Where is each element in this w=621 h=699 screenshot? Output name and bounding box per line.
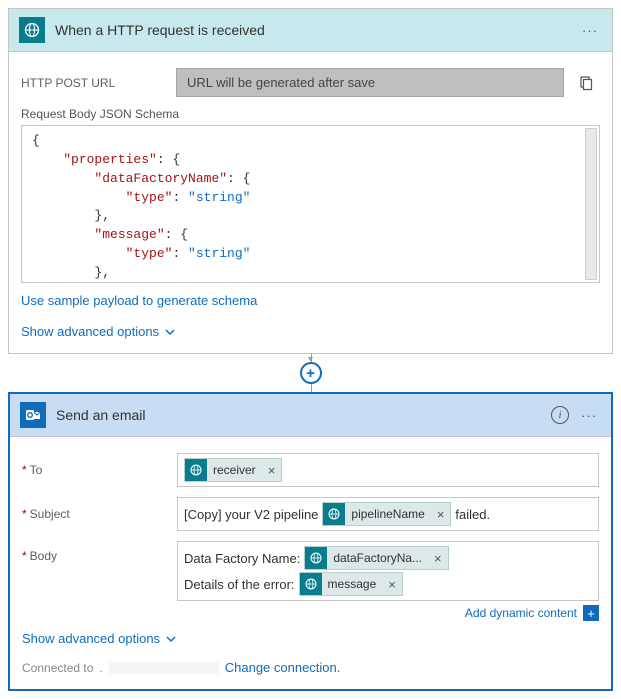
http-trigger-header[interactable]: When a HTTP request is received ··· — [9, 9, 612, 52]
trigger-advanced-label: Show advanced options — [21, 324, 159, 339]
email-action-title: Send an email — [56, 407, 551, 423]
body-text-2: Details of the error: — [184, 577, 295, 592]
chevron-down-icon — [166, 634, 176, 644]
email-action-header[interactable]: Send an email i ··· — [10, 394, 611, 437]
globe-icon — [323, 503, 345, 525]
token-label: dataFactoryNa... — [327, 551, 428, 565]
subject-input[interactable]: [Copy] your V2 pipeline pipelineName × f… — [177, 497, 599, 531]
connector: ▾ + — [8, 354, 613, 392]
to-input[interactable]: receiver × — [177, 453, 599, 487]
globe-icon — [305, 547, 327, 569]
add-dynamic-content-link[interactable]: Add dynamic content — [465, 606, 577, 620]
chevron-down-icon — [165, 327, 175, 337]
change-connection-link[interactable]: Change connection. — [225, 660, 341, 675]
url-value-box: URL will be generated after save — [176, 68, 564, 97]
token-receiver: receiver × — [184, 458, 282, 482]
to-row: To receiver × — [22, 453, 599, 487]
email-action-body: To receiver × Subject [Copy] your V2 pip… — [10, 437, 611, 689]
subject-text-after: failed. — [455, 507, 490, 522]
info-icon[interactable]: i — [551, 406, 569, 424]
schema-textarea[interactable]: { "properties": { "dataFactoryName": { "… — [21, 125, 600, 283]
subject-text-before: [Copy] your V2 pipeline — [184, 507, 318, 522]
outlook-icon — [20, 402, 46, 428]
trigger-advanced-toggle[interactable]: Show advanced options — [21, 324, 175, 339]
http-trigger-body: HTTP POST URL URL will be generated afte… — [9, 52, 612, 353]
globe-icon — [300, 573, 322, 595]
add-step-button[interactable]: + — [300, 362, 322, 384]
body-text-1: Data Factory Name: — [184, 551, 300, 566]
connection-footer: Connected to . Change connection. — [22, 660, 599, 675]
sample-payload-link[interactable]: Use sample payload to generate schema — [21, 293, 257, 308]
subject-row: Subject [Copy] your V2 pipeline pipeline… — [22, 497, 599, 531]
http-trigger-title: When a HTTP request is received — [55, 22, 578, 38]
http-icon — [19, 17, 45, 43]
body-input[interactable]: Data Factory Name: dataFactoryNa... × De… — [177, 541, 599, 601]
http-trigger-card: When a HTTP request is received ··· HTTP… — [8, 8, 613, 354]
email-action-card: Send an email i ··· To receiver × Subjec… — [8, 392, 613, 691]
token-remove[interactable]: × — [382, 577, 402, 592]
connection-name-redacted — [109, 662, 219, 674]
token-label: message — [322, 577, 383, 591]
email-advanced-toggle[interactable]: Show advanced options — [22, 631, 176, 646]
dynamic-content-row: Add dynamic content + — [177, 605, 599, 621]
url-row: HTTP POST URL URL will be generated afte… — [21, 68, 600, 97]
plus-icon[interactable]: + — [583, 605, 599, 621]
token-datafactory-name: dataFactoryNa... × — [304, 546, 448, 570]
token-remove[interactable]: × — [428, 551, 448, 566]
subject-label: Subject — [22, 507, 177, 521]
body-row: Body Data Factory Name: dataFactoryNa...… — [22, 541, 599, 621]
token-pipeline-name: pipelineName × — [322, 502, 451, 526]
schema-label: Request Body JSON Schema — [21, 107, 600, 121]
email-advanced-label: Show advanced options — [22, 631, 160, 646]
token-message: message × — [299, 572, 403, 596]
connected-label: Connected to — [22, 661, 93, 675]
token-label: receiver — [207, 463, 262, 477]
body-label: Body — [22, 541, 177, 563]
http-trigger-menu[interactable]: ··· — [578, 23, 602, 38]
to-label: To — [22, 463, 177, 477]
token-remove[interactable]: × — [431, 507, 451, 522]
url-label: HTTP POST URL — [21, 76, 176, 90]
email-action-menu[interactable]: ··· — [577, 408, 601, 423]
globe-icon — [185, 459, 207, 481]
token-remove[interactable]: × — [262, 463, 282, 478]
copy-url-button[interactable] — [572, 69, 600, 97]
token-label: pipelineName — [345, 507, 430, 521]
